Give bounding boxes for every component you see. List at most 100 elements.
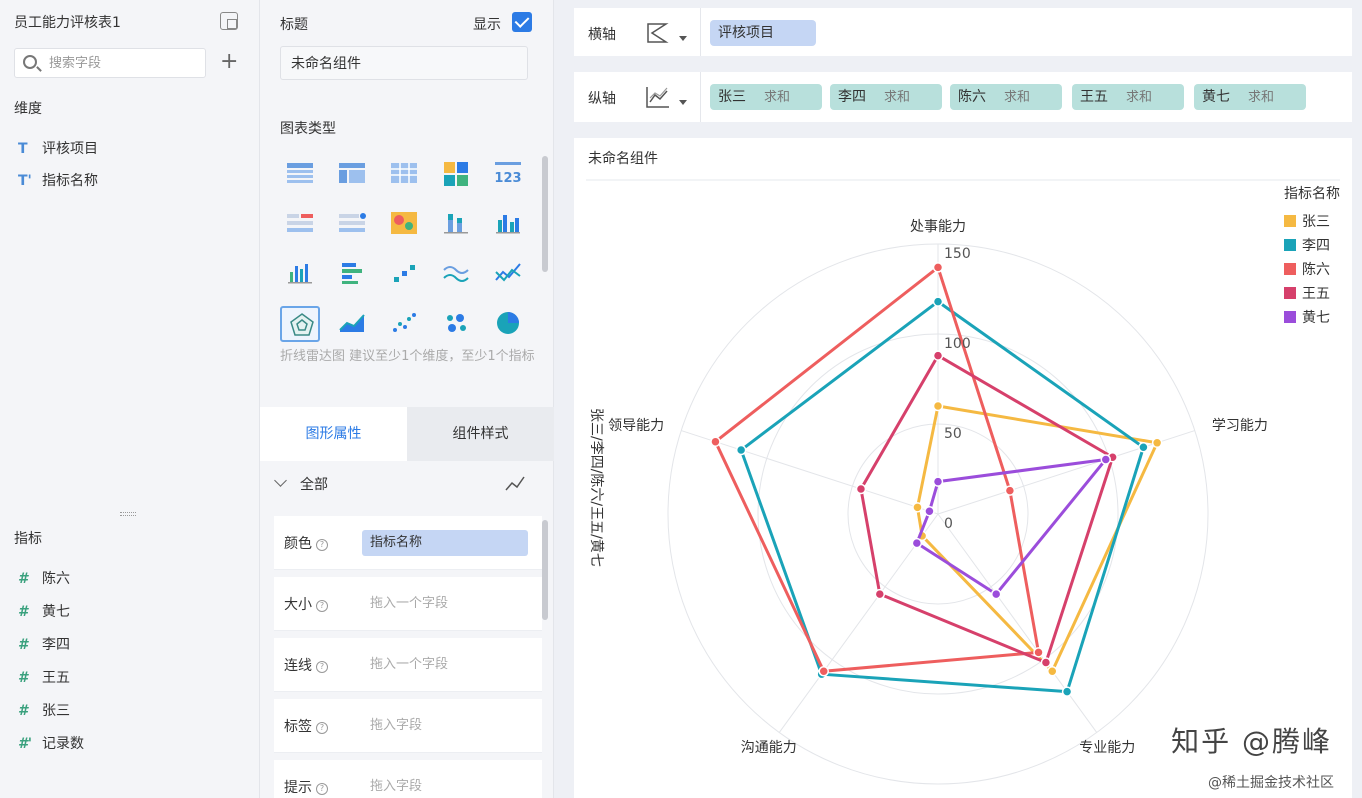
step-chart-icon[interactable] bbox=[384, 256, 424, 292]
info-icon: ? bbox=[316, 539, 328, 551]
legend-entry: 陈六 bbox=[1302, 261, 1330, 278]
number-type-icon: # bbox=[18, 670, 28, 686]
scatter-chart-icon[interactable] bbox=[384, 306, 424, 342]
legend-swatch bbox=[1284, 311, 1296, 323]
connect-line-drop-field[interactable]: 拖入一个字段 bbox=[362, 652, 528, 678]
data-panel: 员工能力评核表1 + 维度 T评核项目 T'指标名称 指标 #陈六 #黄七 #李… bbox=[0, 0, 260, 798]
info-icon: ? bbox=[316, 661, 328, 673]
cross-table-icon[interactable] bbox=[332, 156, 372, 192]
search-input[interactable] bbox=[49, 53, 199, 73]
color-property-row: 颜色? 指标名称 bbox=[274, 516, 542, 570]
measure-field[interactable]: # 王五 bbox=[18, 667, 70, 689]
column-chart-icon[interactable] bbox=[280, 256, 320, 292]
y-axis-label: 纵轴 bbox=[588, 91, 616, 107]
area-chart-icon[interactable] bbox=[332, 306, 372, 342]
show-title-checkbox[interactable] bbox=[512, 12, 532, 32]
info-icon: ? bbox=[316, 722, 328, 734]
grouped-bar-icon[interactable] bbox=[488, 206, 528, 242]
radar-point bbox=[924, 505, 935, 517]
radar-category-label: 专业能力 bbox=[1079, 740, 1135, 756]
number-type-icon: # bbox=[18, 703, 28, 719]
property-scrollbar[interactable] bbox=[542, 520, 548, 620]
tooltip-drop-field[interactable]: 拖入字段 bbox=[362, 774, 528, 798]
bar-chart-icon[interactable] bbox=[332, 256, 372, 292]
measure-field[interactable]: #' 记录数 bbox=[18, 733, 84, 755]
radar-point bbox=[911, 537, 923, 549]
chart-component[interactable]: 未命名组件 150 100 50 0 处事能力 学习能力 专业能力 沟通能力 领导能力 张三/李四… bbox=[574, 138, 1352, 798]
field-search-box[interactable] bbox=[14, 48, 206, 78]
panel-splitter[interactable] bbox=[120, 512, 136, 516]
legend-entry: 黄七 bbox=[1302, 309, 1330, 326]
color-block-icon[interactable] bbox=[436, 156, 476, 192]
property-label: 大小? bbox=[284, 594, 328, 614]
line-radar-chart-icon[interactable] bbox=[280, 306, 320, 342]
radial-tick-label: 100 bbox=[944, 336, 971, 352]
number-type-icon: # bbox=[18, 604, 28, 620]
watermark-text: 知乎 @腾峰 bbox=[1171, 725, 1332, 758]
y-axis-type-icon[interactable] bbox=[644, 84, 672, 110]
size-drop-field[interactable]: 拖入一个字段 bbox=[362, 591, 528, 617]
show-title-label: 显示 bbox=[473, 17, 501, 33]
legend-entry: 王五 bbox=[1302, 286, 1330, 302]
multi-line-chart-icon[interactable] bbox=[488, 256, 528, 292]
radar-point bbox=[1033, 647, 1044, 658]
legend-entry: 李四 bbox=[1302, 238, 1330, 254]
title-input[interactable] bbox=[280, 46, 528, 80]
switch-dataset-icon[interactable] bbox=[220, 12, 238, 30]
stacked-bar-icon[interactable] bbox=[436, 206, 476, 242]
label-property-row: 标签? 拖入字段 bbox=[274, 699, 542, 753]
all-properties-row[interactable]: 全部 bbox=[274, 472, 544, 498]
chart-type-scrollbar[interactable] bbox=[542, 156, 548, 272]
property-label: 提示? bbox=[284, 777, 328, 797]
radar-point bbox=[874, 588, 886, 600]
radar-category-label: 处事能力 bbox=[910, 219, 966, 235]
table-chart-icon[interactable] bbox=[280, 156, 320, 192]
radial-tick-label: 50 bbox=[944, 426, 962, 442]
line-style-icon[interactable] bbox=[504, 474, 526, 494]
y-axis-field-pill[interactable]: 张三 求和 bbox=[710, 84, 822, 110]
tooltip-property-row: 提示? 拖入字段 bbox=[274, 760, 542, 798]
detail-table-icon[interactable] bbox=[384, 156, 424, 192]
size-property-row: 大小? 拖入一个字段 bbox=[274, 577, 542, 631]
dimension-field[interactable]: T 评核项目 bbox=[18, 138, 98, 160]
ranking-table-icon[interactable] bbox=[280, 206, 320, 242]
y-axis-field-pill[interactable]: 李四 求和 bbox=[830, 84, 942, 110]
bubble-chart-icon[interactable] bbox=[436, 306, 476, 342]
add-field-icon[interactable]: + bbox=[220, 50, 238, 74]
legend-title: 指标名称 bbox=[1284, 186, 1340, 202]
dimension-section-title: 维度 bbox=[14, 101, 42, 117]
radar-series-line bbox=[859, 354, 1115, 665]
label-drop-field[interactable]: 拖入字段 bbox=[362, 713, 528, 739]
chart-type-label: 图表类型 bbox=[280, 121, 336, 137]
chevron-down-icon[interactable] bbox=[679, 36, 687, 41]
radar-point bbox=[1151, 437, 1163, 449]
y-axis-field-pill[interactable]: 黄七 求和 bbox=[1194, 84, 1306, 110]
number-type-icon: # bbox=[18, 571, 28, 587]
info-icon: ? bbox=[316, 600, 328, 612]
radial-tick-label: 150 bbox=[944, 246, 971, 262]
measure-field[interactable]: # 陈六 bbox=[18, 568, 70, 590]
measure-field[interactable]: # 黄七 bbox=[18, 601, 70, 623]
y-axis-field-pill[interactable]: 陈六 求和 bbox=[950, 84, 1062, 110]
connect-line-property-row: 连线? 拖入一个字段 bbox=[274, 638, 542, 692]
color-drop-field[interactable]: 指标名称 bbox=[362, 530, 528, 556]
legend-swatch bbox=[1284, 215, 1296, 227]
y-axis-field-pill[interactable]: 王五 求和 bbox=[1072, 84, 1184, 110]
property-label: 标签? bbox=[284, 716, 328, 736]
x-axis-type-icon[interactable] bbox=[644, 20, 672, 46]
radial-tick-label: 0 bbox=[944, 516, 953, 532]
dimension-field[interactable]: T' 指标名称 bbox=[18, 170, 98, 192]
kpi-number-icon[interactable]: 123 bbox=[488, 156, 528, 192]
measure-field[interactable]: # 张三 bbox=[18, 700, 70, 722]
tab-shape-properties[interactable]: 图形属性 bbox=[260, 407, 407, 461]
measure-field[interactable]: # 李四 bbox=[18, 634, 70, 656]
all-properties-label: 全部 bbox=[300, 477, 328, 493]
tab-component-style[interactable]: 组件样式 bbox=[407, 407, 554, 461]
progress-table-icon[interactable] bbox=[332, 206, 372, 242]
line-chart-icon[interactable] bbox=[436, 256, 476, 292]
pie-chart-icon[interactable] bbox=[488, 306, 528, 342]
chevron-down-icon[interactable] bbox=[679, 100, 687, 105]
heatmap-icon[interactable] bbox=[384, 206, 424, 242]
x-axis-field-pill[interactable]: 评核项目 bbox=[710, 20, 816, 46]
radar-point bbox=[932, 262, 944, 273]
